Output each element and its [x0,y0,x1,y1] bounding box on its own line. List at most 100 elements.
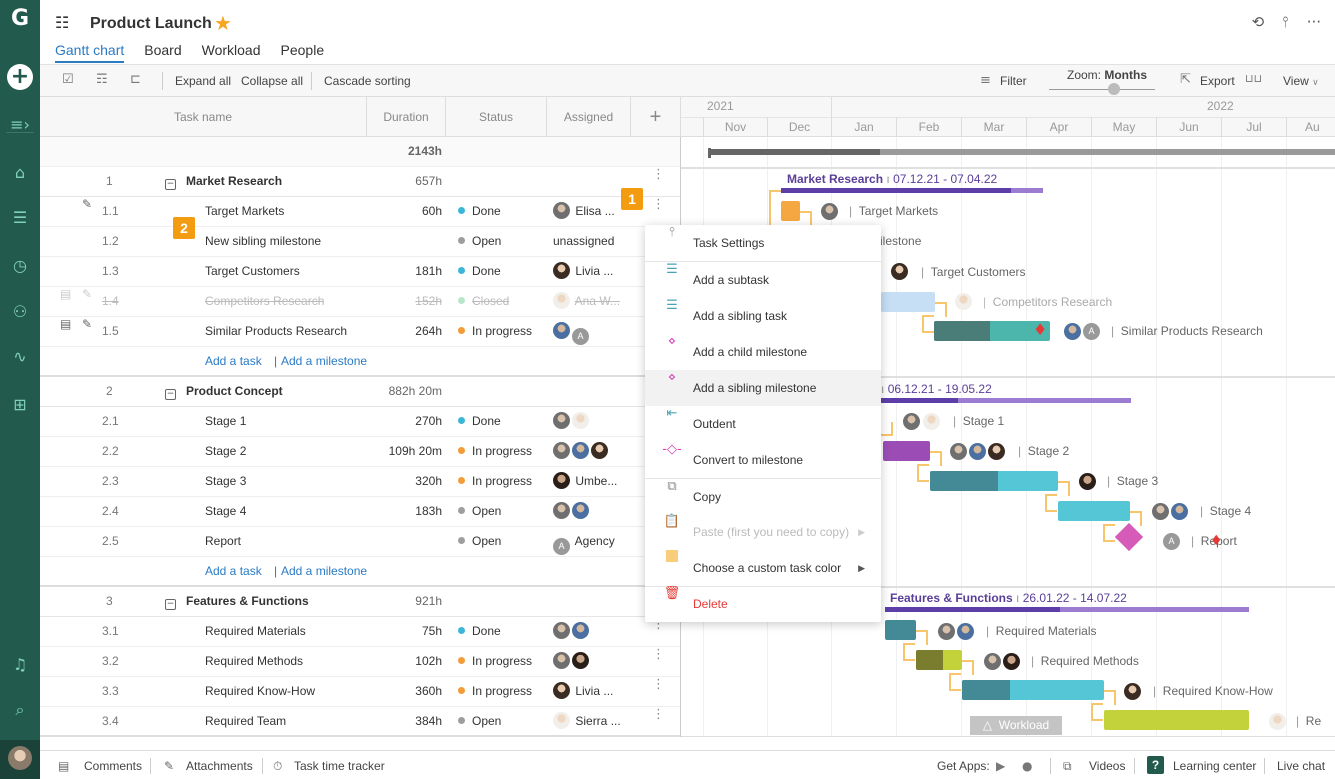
column-task-name[interactable]: Task name [40,97,367,137]
table-row[interactable]: 2.1 Stage 1 270h Done [40,407,680,437]
task-status[interactable]: Open [458,707,501,736]
task-assignee[interactable]: Livia ... [553,677,613,706]
collapse-toggle-icon[interactable]: − [165,179,176,190]
group-row[interactable]: 1 − Market Research 657h ⋮ [40,167,680,197]
add-milestone-link[interactable]: Add a milestone [281,557,367,586]
task-name[interactable]: Stage 2 [205,437,246,466]
more-options-icon[interactable]: ··· [1307,13,1321,31]
notifications-bell-icon[interactable]: ♫ [0,650,40,680]
menu-item-delete[interactable]: 🗑 Delete [645,586,881,622]
task-assignee[interactable]: unassigned [553,227,614,256]
table-row[interactable]: 2.2 Stage 2 109h 20m In progress [40,437,680,467]
task-status[interactable]: Open [458,527,501,556]
task-assignee[interactable]: Livia ... [553,257,613,286]
task-name[interactable]: Required Team [205,707,286,736]
task-name[interactable]: Target Customers [205,257,300,286]
projects-list-icon[interactable]: ☰ [0,203,40,233]
task-assignee[interactable] [553,497,591,526]
table-row[interactable]: ✎ 1.1 Target Markets 60h Done Elisa ... … [40,197,680,227]
workload-toggle-button[interactable]: △ Workload [970,716,1062,735]
task-bar[interactable] [885,620,916,640]
add-task-link[interactable]: Add a task [205,347,262,376]
cascade-sorting-button[interactable]: Cascade sorting [324,74,411,88]
task-bar[interactable] [883,441,930,461]
task-status[interactable]: Done [458,407,501,436]
task-assignee[interactable]: Umbe... [553,467,617,496]
column-duration[interactable]: Duration [367,97,446,137]
menu-item-add-child-milestone[interactable]: ⋄ Add a child milestone [645,334,881,370]
task-assignee[interactable] [553,617,591,646]
task-status[interactable]: In progress [458,647,532,676]
collapse-toggle-icon[interactable]: − [165,599,176,610]
task-name[interactable]: Report [205,527,241,556]
task-assignee[interactable] [553,647,591,676]
add-task-link[interactable]: Add a task [205,557,262,586]
task-bar[interactable] [1058,501,1130,521]
favorite-star-icon[interactable]: ★ [214,11,232,35]
add-milestone-link[interactable]: Add a milestone [281,347,367,376]
critical-path-icon[interactable]: ☶ [96,72,108,87]
tab-gantt-chart[interactable]: Gantt chart [55,42,125,63]
collapse-all-button[interactable]: Collapse all [241,74,303,88]
home-icon[interactable]: ⌂ [0,158,40,188]
add-column-button[interactable]: + [631,97,681,137]
table-row[interactable]: 1.3 Target Customers 181h Done Livia ... [40,257,680,287]
settings-sliders-icon[interactable]: ⫯ [1282,13,1289,31]
task-name[interactable]: Stage 1 [205,407,246,436]
menu-item-convert-to-milestone[interactable]: -◇- Convert to milestone [645,442,881,478]
zoom-slider-handle[interactable] [1108,83,1120,95]
task-status[interactable]: Closed [458,287,509,316]
task-bar[interactable] [1104,710,1249,730]
group-row[interactable]: 3 − Features & Functions 921h [40,587,680,617]
table-row[interactable]: 2.4 Stage 4 183h Open [40,497,680,527]
menu-item-add-sibling-task[interactable]: ☰ Add a sibling task [645,298,881,334]
menu-item-add-sibling-milestone[interactable]: ⋄ Add a sibling milestone [645,370,881,406]
checklist-view-icon[interactable]: ☑ [62,72,74,87]
attachment-icon[interactable]: ✎ [82,197,92,211]
user-avatar-area[interactable] [0,740,40,779]
time-tracker-button[interactable]: Task time tracker [294,759,385,773]
task-status[interactable]: In progress [458,437,532,466]
task-status[interactable]: In progress [458,467,532,496]
expand-sidebar-icon[interactable]: ≡› [0,110,40,140]
videos-button[interactable]: Videos [1089,759,1125,773]
people-icon[interactable]: ⚇ [0,297,40,327]
filter-button[interactable]: Filter [1000,74,1027,88]
task-name[interactable]: Required Materials [205,617,306,646]
task-assignee[interactable]: A Agency [553,527,615,556]
task-status[interactable]: Open [458,227,501,256]
task-assignee[interactable]: Elisa ... [553,197,615,226]
task-name[interactable]: Stage 4 [205,497,246,526]
task-assignee[interactable]: Ana W... [553,287,620,316]
attachment-icon[interactable]: ✎ [82,317,92,331]
export-icon[interactable]: ⇱ [1180,72,1191,87]
task-status[interactable]: Open [458,497,501,526]
column-assigned[interactable]: Assigned [547,97,631,137]
comments-button[interactable]: Comments [84,759,142,773]
table-row[interactable]: 1.2 New sibling milestone Open unassigne… [40,227,680,257]
google-play-icon[interactable]: ▶ [996,759,1005,773]
task-bar[interactable] [881,292,935,312]
learning-center-button[interactable]: Learning center [1173,759,1256,773]
tab-board[interactable]: Board [144,42,181,63]
row-more-icon[interactable]: ⋮ [652,167,665,182]
menu-item-copy[interactable]: ⧉ Copy [645,479,881,515]
task-name[interactable]: Required Know-How [205,677,315,706]
analytics-icon[interactable]: ∿ [0,342,40,372]
tab-workload[interactable]: Workload [202,42,261,63]
apple-icon[interactable]: ● [1022,759,1032,773]
attachments-button[interactable]: Attachments [186,759,253,773]
row-more-icon[interactable]: ⋮ [652,677,665,692]
row-more-icon[interactable]: ⋮ [652,197,665,212]
task-assignee[interactable]: Sierra ... [553,707,621,736]
task-name[interactable]: Competitors Research [205,287,324,316]
task-name[interactable]: Similar Products Research [205,317,347,346]
attachment-icon[interactable]: ✎ [82,287,92,301]
task-status[interactable]: In progress [458,677,532,706]
table-row[interactable]: ▤ ✎ 1.5 Similar Products Research 264h I… [40,317,680,347]
menu-item-custom-color[interactable]: Choose a custom task color ▶ [645,550,881,586]
app-logo[interactable]: G [7,6,33,32]
task-status[interactable]: Done [458,257,501,286]
menu-item-outdent[interactable]: ⇤ Outdent [645,406,881,442]
comment-icon[interactable]: ▤ [60,287,71,301]
